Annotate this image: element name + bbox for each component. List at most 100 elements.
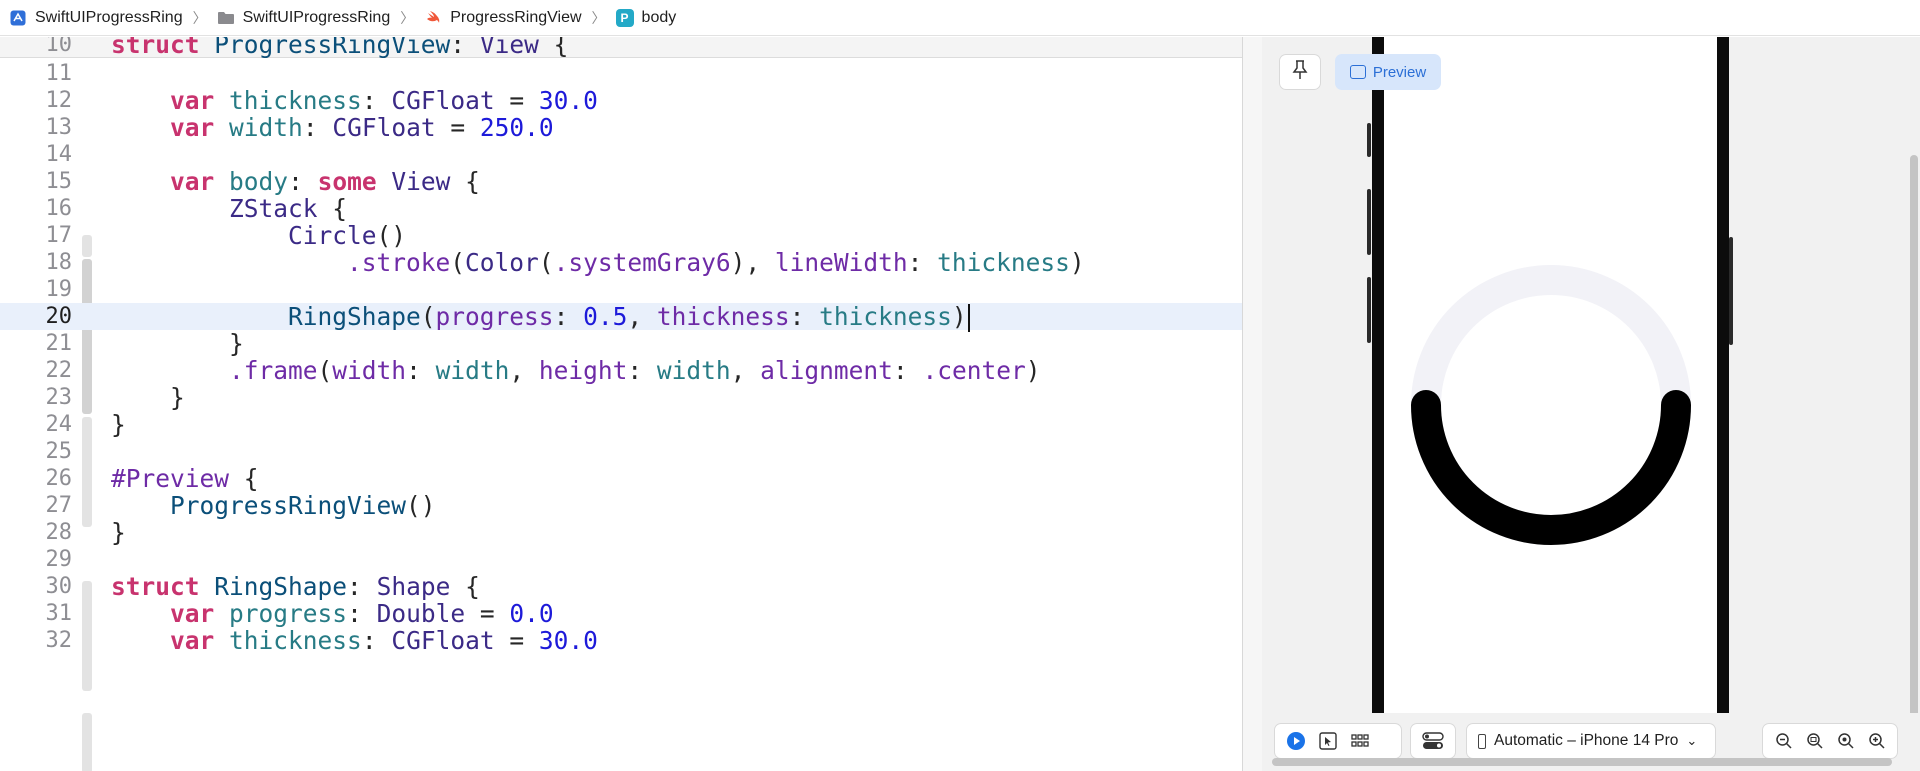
selectable-cursor-icon[interactable] (1316, 729, 1340, 753)
progress-ring-fill (1411, 390, 1691, 545)
code-line[interactable]: 32 var thickness: CGFloat = 30.0 (0, 627, 1242, 654)
line-number: 15 (45, 169, 73, 194)
line-number: 25 (45, 439, 73, 464)
folder-icon (217, 9, 235, 27)
code-line[interactable]: 19 (0, 276, 1242, 303)
code-text: .frame(width: width, height: width, alig… (229, 356, 1041, 385)
zoom-fit-icon[interactable] (1803, 729, 1826, 753)
line-number: 14 (45, 142, 73, 167)
line-number: 11 (45, 61, 73, 86)
device-settings-button[interactable] (1410, 723, 1456, 759)
code-line[interactable]: 12 var thickness: CGFloat = 30.0 (0, 87, 1242, 114)
pin-icon (1292, 60, 1308, 84)
code-line[interactable]: 20 RingShape(progress: 0.5, thickness: t… (0, 303, 1242, 332)
line-number: 19 (45, 277, 73, 302)
code-line[interactable]: 10 struct ProgressRingView: View { (0, 37, 1242, 58)
chevron-down-icon: ⌄ (1686, 733, 1698, 748)
device-frame (1367, 37, 1733, 727)
line-number: 10 (45, 37, 73, 57)
code-text: var body: some View { (170, 167, 480, 196)
text-cursor (967, 304, 970, 332)
code-line[interactable]: 16 ZStack { (0, 195, 1242, 222)
chevron-right-icon: 〉 (591, 9, 606, 26)
iphone-icon (1478, 733, 1486, 749)
jump-bar: SwiftUIProgressRing 〉 SwiftUIProgressRin… (0, 0, 1920, 36)
breadcrumb-label: ProgressRingView (450, 8, 582, 26)
code-line[interactable]: 14 (0, 141, 1242, 168)
code-line[interactable]: 17 Circle() (0, 222, 1242, 249)
code-text: RingShape(progress: 0.5, thickness: thic… (111, 303, 970, 332)
app-icon (9, 9, 27, 27)
code-line[interactable]: 31 var progress: Double = 0.0 (0, 600, 1242, 627)
code-line[interactable]: 21 } (0, 330, 1242, 357)
preview-horizontal-scrollbar[interactable] (1272, 758, 1892, 766)
code-line[interactable]: 28} (0, 519, 1242, 546)
live-play-icon[interactable] (1284, 729, 1308, 753)
device-screen (1384, 37, 1717, 727)
code-text: var thickness: CGFloat = 30.0 (170, 86, 598, 115)
breadcrumb-file[interactable]: ProgressRingView 〉 (424, 0, 615, 35)
line-number: 18 (45, 250, 73, 275)
code-line[interactable]: 30 struct RingShape: Shape { (0, 573, 1242, 600)
line-number: 17 (45, 223, 73, 248)
source-editor[interactable]: 10 struct ProgressRingView: View { 11 12 va… (0, 37, 1242, 771)
property-p-icon: P (615, 8, 634, 27)
line-number: 32 (45, 628, 73, 653)
code-line[interactable]: 29 (0, 546, 1242, 573)
device-bezel-left (1372, 37, 1384, 727)
zoom-100-icon[interactable] (1834, 729, 1857, 753)
code-line[interactable]: 24} (0, 411, 1242, 438)
code-line[interactable]: 13 var width: CGFloat = 250.0 (0, 114, 1242, 141)
code-line[interactable]: 23 } (0, 384, 1242, 411)
device-picker-label: Automatic – iPhone 14 Pro (1494, 732, 1679, 749)
progress-ring (1411, 265, 1691, 545)
code-fold-ribbon[interactable] (82, 713, 92, 771)
split-divider[interactable] (1242, 37, 1262, 771)
preview-canvas: Preview Automatic – iPhone 14 Pro ⌄ (1262, 37, 1920, 771)
code-text: var thickness: CGFloat = 30.0 (170, 626, 598, 655)
code-line[interactable]: 27 ProgressRingView() (0, 492, 1242, 519)
variants-grid-icon[interactable] (1348, 729, 1372, 753)
device-side-button (1367, 277, 1371, 343)
code-text: } (111, 383, 185, 412)
line-number: 29 (45, 547, 73, 572)
pin-preview-button[interactable] (1279, 54, 1321, 90)
code-text: struct ProgressRingView: View { (111, 37, 569, 59)
chevron-right-icon: 〉 (192, 9, 207, 26)
breadcrumb-label: SwiftUIProgressRing (242, 8, 391, 26)
preview-tab-button[interactable]: Preview (1335, 54, 1441, 90)
zoom-out-icon[interactable] (1772, 729, 1795, 753)
code-line[interactable]: 18 .stroke(Color(.systemGray6), lineWidt… (0, 249, 1242, 276)
code-text: Circle() (288, 221, 407, 250)
line-number: 26 (45, 466, 73, 491)
breadcrumb-label: body (641, 8, 677, 26)
breadcrumb-folder[interactable]: SwiftUIProgressRing 〉 (217, 0, 425, 35)
breadcrumb-project[interactable]: SwiftUIProgressRing 〉 (9, 0, 217, 35)
code-text: } (111, 410, 126, 439)
preview-label: Preview (1372, 63, 1427, 81)
code-line[interactable]: 26 #Preview { (0, 465, 1242, 492)
breadcrumb-label: SwiftUIProgressRing (35, 8, 183, 26)
code-text: var width: CGFloat = 250.0 (170, 113, 554, 142)
preview-mode-group (1274, 723, 1402, 759)
device-picker[interactable]: Automatic – iPhone 14 Pro ⌄ (1466, 723, 1716, 759)
code-line[interactable]: 25 (0, 438, 1242, 465)
code-line[interactable]: 11 (0, 60, 1242, 87)
zoom-in-icon[interactable] (1865, 729, 1888, 753)
line-number: 12 (45, 88, 73, 113)
code-line[interactable]: 22 .frame(width: width, height: width, a… (0, 357, 1242, 384)
line-number: 21 (45, 331, 73, 356)
device-side-button (1367, 123, 1371, 157)
breadcrumb-symbol[interactable]: P body (615, 0, 677, 35)
code-text: #Preview { (111, 464, 259, 493)
device-bezel-right (1717, 37, 1729, 727)
line-number: 16 (45, 196, 73, 221)
code-text: ZStack { (229, 194, 348, 223)
swift-icon (424, 9, 442, 27)
preview-vertical-scrollbar[interactable] (1910, 155, 1918, 770)
code-text: } (111, 518, 126, 547)
preview-icon (1349, 65, 1366, 79)
zoom-controls (1762, 723, 1898, 759)
code-line[interactable]: 15 var body: some View { (0, 168, 1242, 195)
device-side-button (1729, 237, 1733, 345)
